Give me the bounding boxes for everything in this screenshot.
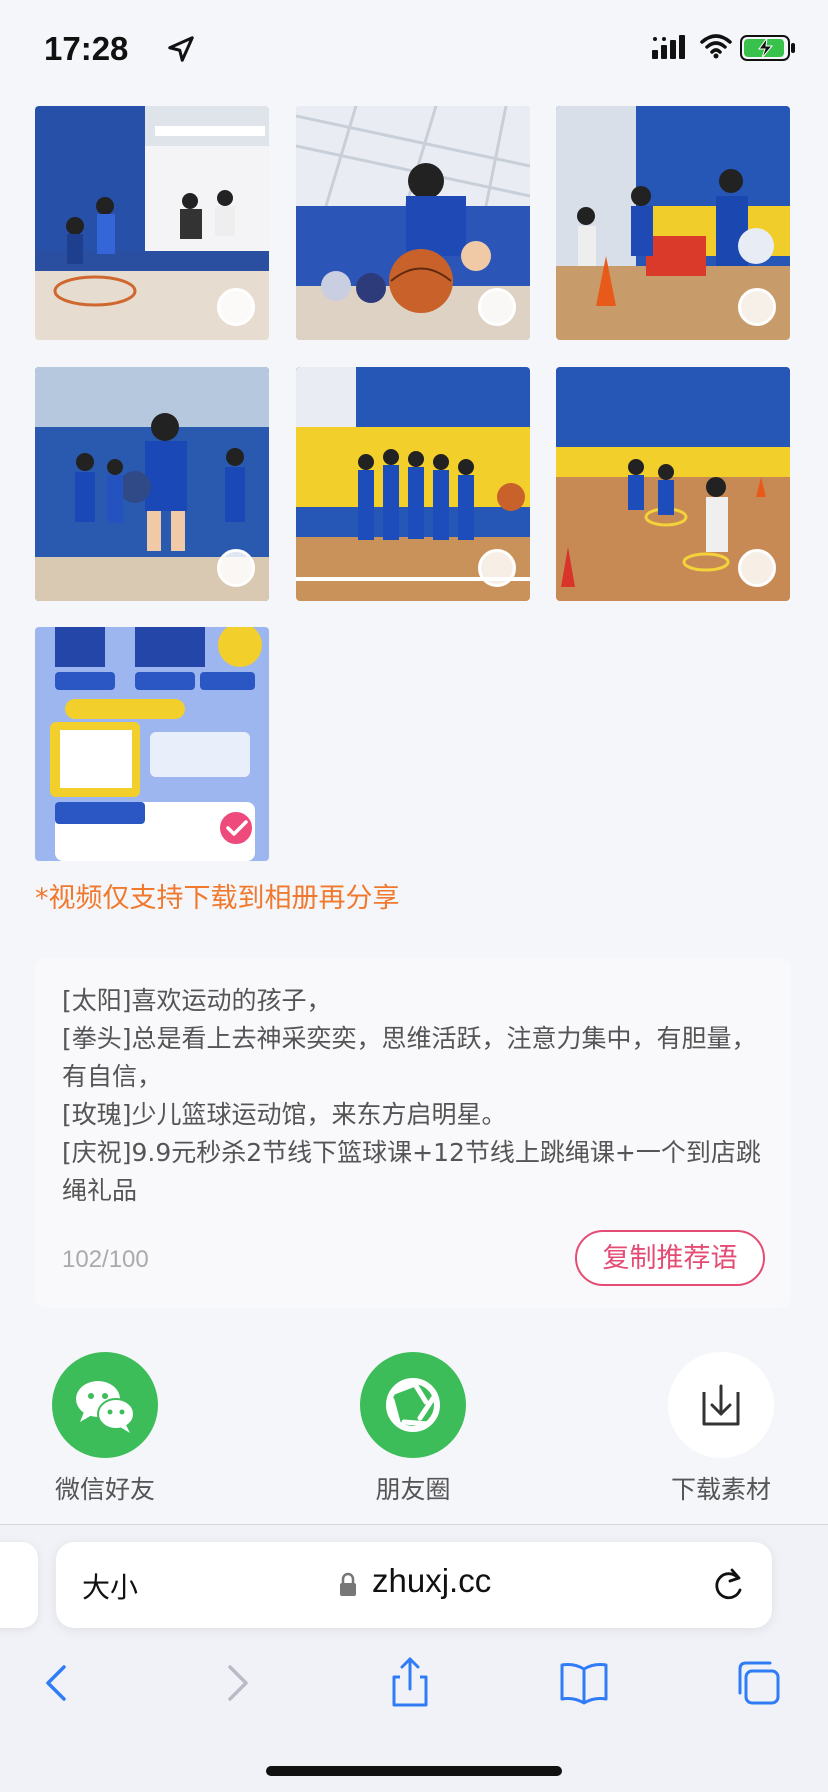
photo-4-select-checkbox[interactable] xyxy=(217,549,255,587)
share-icon[interactable] xyxy=(382,1655,438,1711)
photo-3-select-checkbox[interactable] xyxy=(738,288,776,326)
previous-tab-preview[interactable] xyxy=(0,1542,38,1628)
home-indicator xyxy=(266,1766,562,1776)
status-time: 17:28 xyxy=(44,30,129,67)
photo-4[interactable] xyxy=(35,367,269,601)
photo-6[interactable] xyxy=(556,367,790,601)
wifi-icon xyxy=(700,34,732,59)
moments-aperture-icon xyxy=(360,1352,466,1458)
text-size-button[interactable]: 大小 xyxy=(82,1566,138,1606)
photo-7-select-checkbox[interactable] xyxy=(217,809,255,847)
status-bar: 17:28 xyxy=(0,0,828,100)
photo-2[interactable] xyxy=(296,106,530,340)
photo-3[interactable] xyxy=(556,106,790,340)
video-download-note: *视频仅支持下载到相册再分享 xyxy=(35,883,400,914)
back-icon[interactable] xyxy=(30,1655,86,1711)
share-wechat-friends[interactable]: 微信好友 xyxy=(30,1352,180,1506)
location-arrow-icon xyxy=(168,36,194,62)
caption-text[interactable]: [太阳]喜欢运动的孩子， [拳头]总是看上去神采奕奕，思维活跃，注意力集中，有胆… xyxy=(62,982,762,1210)
reload-icon[interactable] xyxy=(710,1566,746,1604)
char-count: 102/100 xyxy=(62,1246,149,1273)
battery-charging-icon xyxy=(740,35,795,61)
share-wechat-friends-label: 微信好友 xyxy=(54,1475,155,1504)
caption-card: [太阳]喜欢运动的孩子， [拳头]总是看上去神采奕奕，思维活跃，注意力集中，有胆… xyxy=(35,958,791,1308)
tabs-icon[interactable] xyxy=(730,1655,786,1711)
photo-5-select-checkbox[interactable] xyxy=(478,549,516,587)
forward-icon[interactable] xyxy=(208,1655,264,1711)
share-moments-label: 朋友圈 xyxy=(375,1475,451,1504)
download-material[interactable]: 下载素材 xyxy=(646,1352,796,1506)
wechat-icon xyxy=(52,1352,158,1458)
cellular-signal-icon xyxy=(652,35,685,59)
lock-icon xyxy=(340,1572,356,1596)
checkmark-icon xyxy=(226,820,248,836)
url-text[interactable]: zhuxj.cc xyxy=(372,1562,491,1600)
bookmarks-icon[interactable] xyxy=(556,1655,612,1711)
photo-2-select-checkbox[interactable] xyxy=(478,288,516,326)
photo-7[interactable] xyxy=(35,627,269,861)
address-bar[interactable]: 大小 zhuxj.cc xyxy=(56,1542,772,1628)
photo-1-select-checkbox[interactable] xyxy=(217,288,255,326)
photo-1[interactable] xyxy=(35,106,269,340)
download-icon xyxy=(668,1352,774,1458)
photo-6-select-checkbox[interactable] xyxy=(738,549,776,587)
download-material-label: 下载素材 xyxy=(670,1475,771,1504)
copy-caption-button[interactable]: 复制推荐语 xyxy=(575,1230,765,1286)
photo-5[interactable] xyxy=(296,367,530,601)
share-moments[interactable]: 朋友圈 xyxy=(338,1352,488,1506)
